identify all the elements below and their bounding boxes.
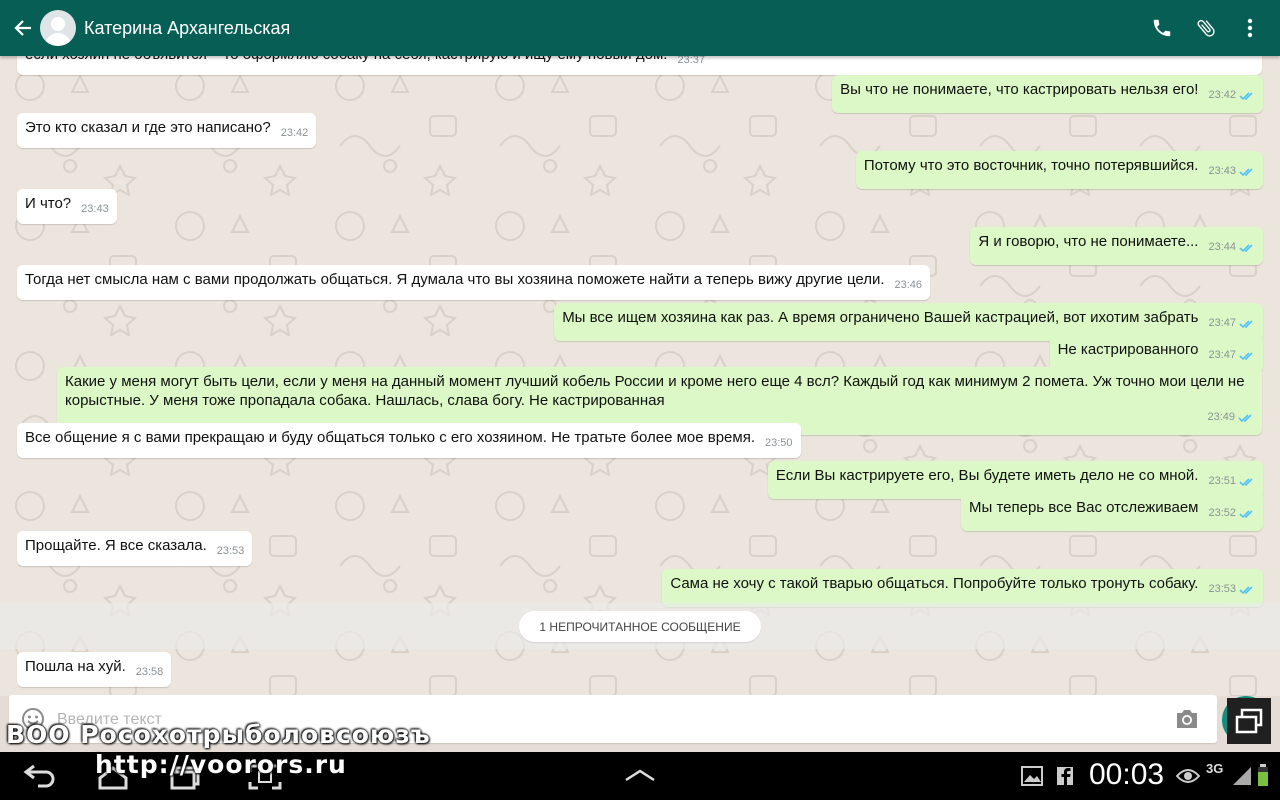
incoming-message-bubble[interactable]: Тогда нет смысла нам с вами продолжать о… (17, 265, 931, 300)
read-receipt-icon (1239, 349, 1255, 368)
watermark-org: ВОО Росохотрыболовсоюзъ (6, 720, 431, 749)
message-text: Вы что не понимаете, что кастрировать не… (840, 81, 1199, 98)
message-time: 23:42 (1208, 89, 1236, 101)
read-receipt-icon (1239, 241, 1255, 260)
message-meta: 23:42 (1208, 86, 1255, 108)
message-text: Все общение я с вами прекращаю и буду об… (25, 429, 756, 446)
message-meta: 23:37 (677, 56, 705, 70)
message-text: Сама не хочу с такой тварью общаться. По… (670, 575, 1199, 592)
message-time: 23:42 (280, 127, 309, 139)
incoming-message-bubble[interactable]: И что? 23:43 (17, 189, 117, 224)
message-text: Я и говорю, что не понимаете... (978, 233, 1199, 250)
network-type: 3G (1206, 761, 1224, 776)
message-time: 23:51 (1208, 475, 1236, 487)
message-time: 23:37 (677, 56, 705, 66)
message-meta: 23:58 (136, 663, 164, 682)
outgoing-message-bubble[interactable]: Потому что это восточник, точно потерявш… (855, 151, 1263, 189)
chat-header: Катерина Архангельская (0, 0, 1280, 56)
message-text: Какие у меня могут быть цели, если у мен… (65, 373, 1245, 409)
message-meta: 23:42 (281, 124, 309, 143)
incoming-message-bubble[interactable]: если хозяин не объявится – то оформляю с… (17, 56, 1262, 75)
read-receipt-icon (1239, 583, 1255, 602)
signal-icon (1232, 766, 1252, 791)
message-meta: 23:47 (1208, 346, 1255, 368)
read-receipt-icon (1239, 507, 1255, 526)
eye-icon (1175, 768, 1201, 789)
read-receipt-icon (1239, 475, 1255, 494)
incoming-message-bubble[interactable]: Прощайте. Я все сказала. 23:53 (17, 531, 253, 566)
message-meta: 23:53 (1208, 580, 1255, 602)
status-clock: 00:03 (1089, 758, 1165, 791)
back-nav-icon[interactable] (22, 764, 56, 793)
message-meta: 23:43 (81, 200, 109, 219)
chat-area[interactable]: если хозяин не объявится – то оформляю с… (0, 56, 1280, 696)
outgoing-message-bubble[interactable]: Сама не хочу с такой тварью общаться. По… (662, 569, 1263, 607)
outgoing-message-bubble[interactable]: Мы теперь все Вас отслеживаем 23:52 (961, 493, 1263, 531)
message-time: 23:50 (765, 437, 793, 449)
message-meta: 23:47 (1208, 314, 1255, 336)
message-time: 23:47 (1208, 317, 1236, 329)
message-time: 23:52 (1208, 507, 1236, 519)
message-text: Мы все ищем хозяина как раз. А время огр… (562, 309, 1199, 326)
contact-name[interactable]: Катерина Архангельская (84, 18, 1140, 39)
message-time: 23:46 (894, 279, 923, 291)
watermark-url: http://voorors.ru (95, 750, 347, 779)
message-time: 23:44 (1208, 241, 1236, 253)
recent-apps-overlay-icon[interactable] (1227, 698, 1271, 744)
outgoing-message-bubble[interactable]: Вы что не понимаете, что кастрировать не… (832, 75, 1263, 113)
message-meta: 23:51 (1208, 472, 1255, 494)
message-meta: 23:43 (1208, 162, 1255, 184)
read-receipt-icon (1239, 89, 1255, 108)
message-text: И что? (25, 195, 72, 212)
read-receipt-icon (1239, 317, 1255, 336)
more-vert-icon[interactable] (1228, 0, 1272, 56)
gallery-notification-icon (1021, 766, 1043, 791)
incoming-message-bubble[interactable]: Это кто сказал и где это написано? 23:42 (17, 113, 317, 148)
message-meta: 23:44 (1208, 238, 1255, 260)
message-time: 23:43 (81, 203, 109, 215)
incoming-message-bubble[interactable]: Пошла на хуй. 23:58 (17, 652, 172, 687)
message-text: Прощайте. Я все сказала. (25, 537, 207, 554)
battery-icon (1257, 764, 1269, 791)
message-text: Потому что это восточник, точно потерявш… (863, 157, 1199, 174)
message-time: 23:53 (1208, 583, 1236, 595)
message-text: Это кто сказал и где это написано? (25, 119, 271, 136)
message-time: 23:43 (1208, 165, 1236, 177)
phone-icon[interactable] (1140, 0, 1184, 56)
outgoing-message-bubble[interactable]: Я и говорю, что не понимаете... 23:44 (970, 227, 1263, 265)
message-meta: 23:50 (765, 434, 793, 453)
message-meta: 23:52 (1208, 504, 1255, 526)
message-time: 23:47 (1208, 349, 1236, 361)
message-time: 23:53 (216, 545, 245, 557)
unread-count-badge: 1 НЕПРОЧИТАННОЕ СООБЩЕНИЕ (519, 611, 761, 642)
paperclip-icon[interactable] (1184, 0, 1228, 56)
message-text: Мы теперь все Вас отслеживаем (969, 499, 1199, 516)
read-receipt-icon (1238, 411, 1254, 430)
avatar[interactable] (40, 10, 76, 46)
message-time: 23:49 (1207, 411, 1235, 423)
message-text: Не кастрированного (1057, 341, 1199, 358)
message-meta: 23:53 (217, 542, 245, 561)
incoming-message-bubble[interactable]: Все общение я с вами прекращаю и буду об… (17, 423, 801, 458)
message-text: если хозяин не объявится – то оформляю с… (25, 56, 667, 63)
message-text: Тогда нет смысла нам с вами продолжать о… (25, 271, 885, 288)
facebook-notification-icon (1057, 767, 1073, 790)
read-receipt-icon (1239, 165, 1255, 184)
back-arrow-icon[interactable] (6, 0, 40, 56)
message-text: Если Вы кастрируете его, Вы будете иметь… (775, 467, 1199, 484)
message-text: Пошла на хуй. (25, 658, 126, 675)
message-time: 23:58 (135, 666, 164, 678)
unread-divider: 1 НЕПРОЧИТАННОЕ СООБЩЕНИЕ (0, 603, 1280, 649)
camera-icon[interactable] (1174, 707, 1200, 736)
message-meta: 23:46 (895, 276, 923, 295)
chevron-up-icon[interactable] (624, 768, 656, 787)
